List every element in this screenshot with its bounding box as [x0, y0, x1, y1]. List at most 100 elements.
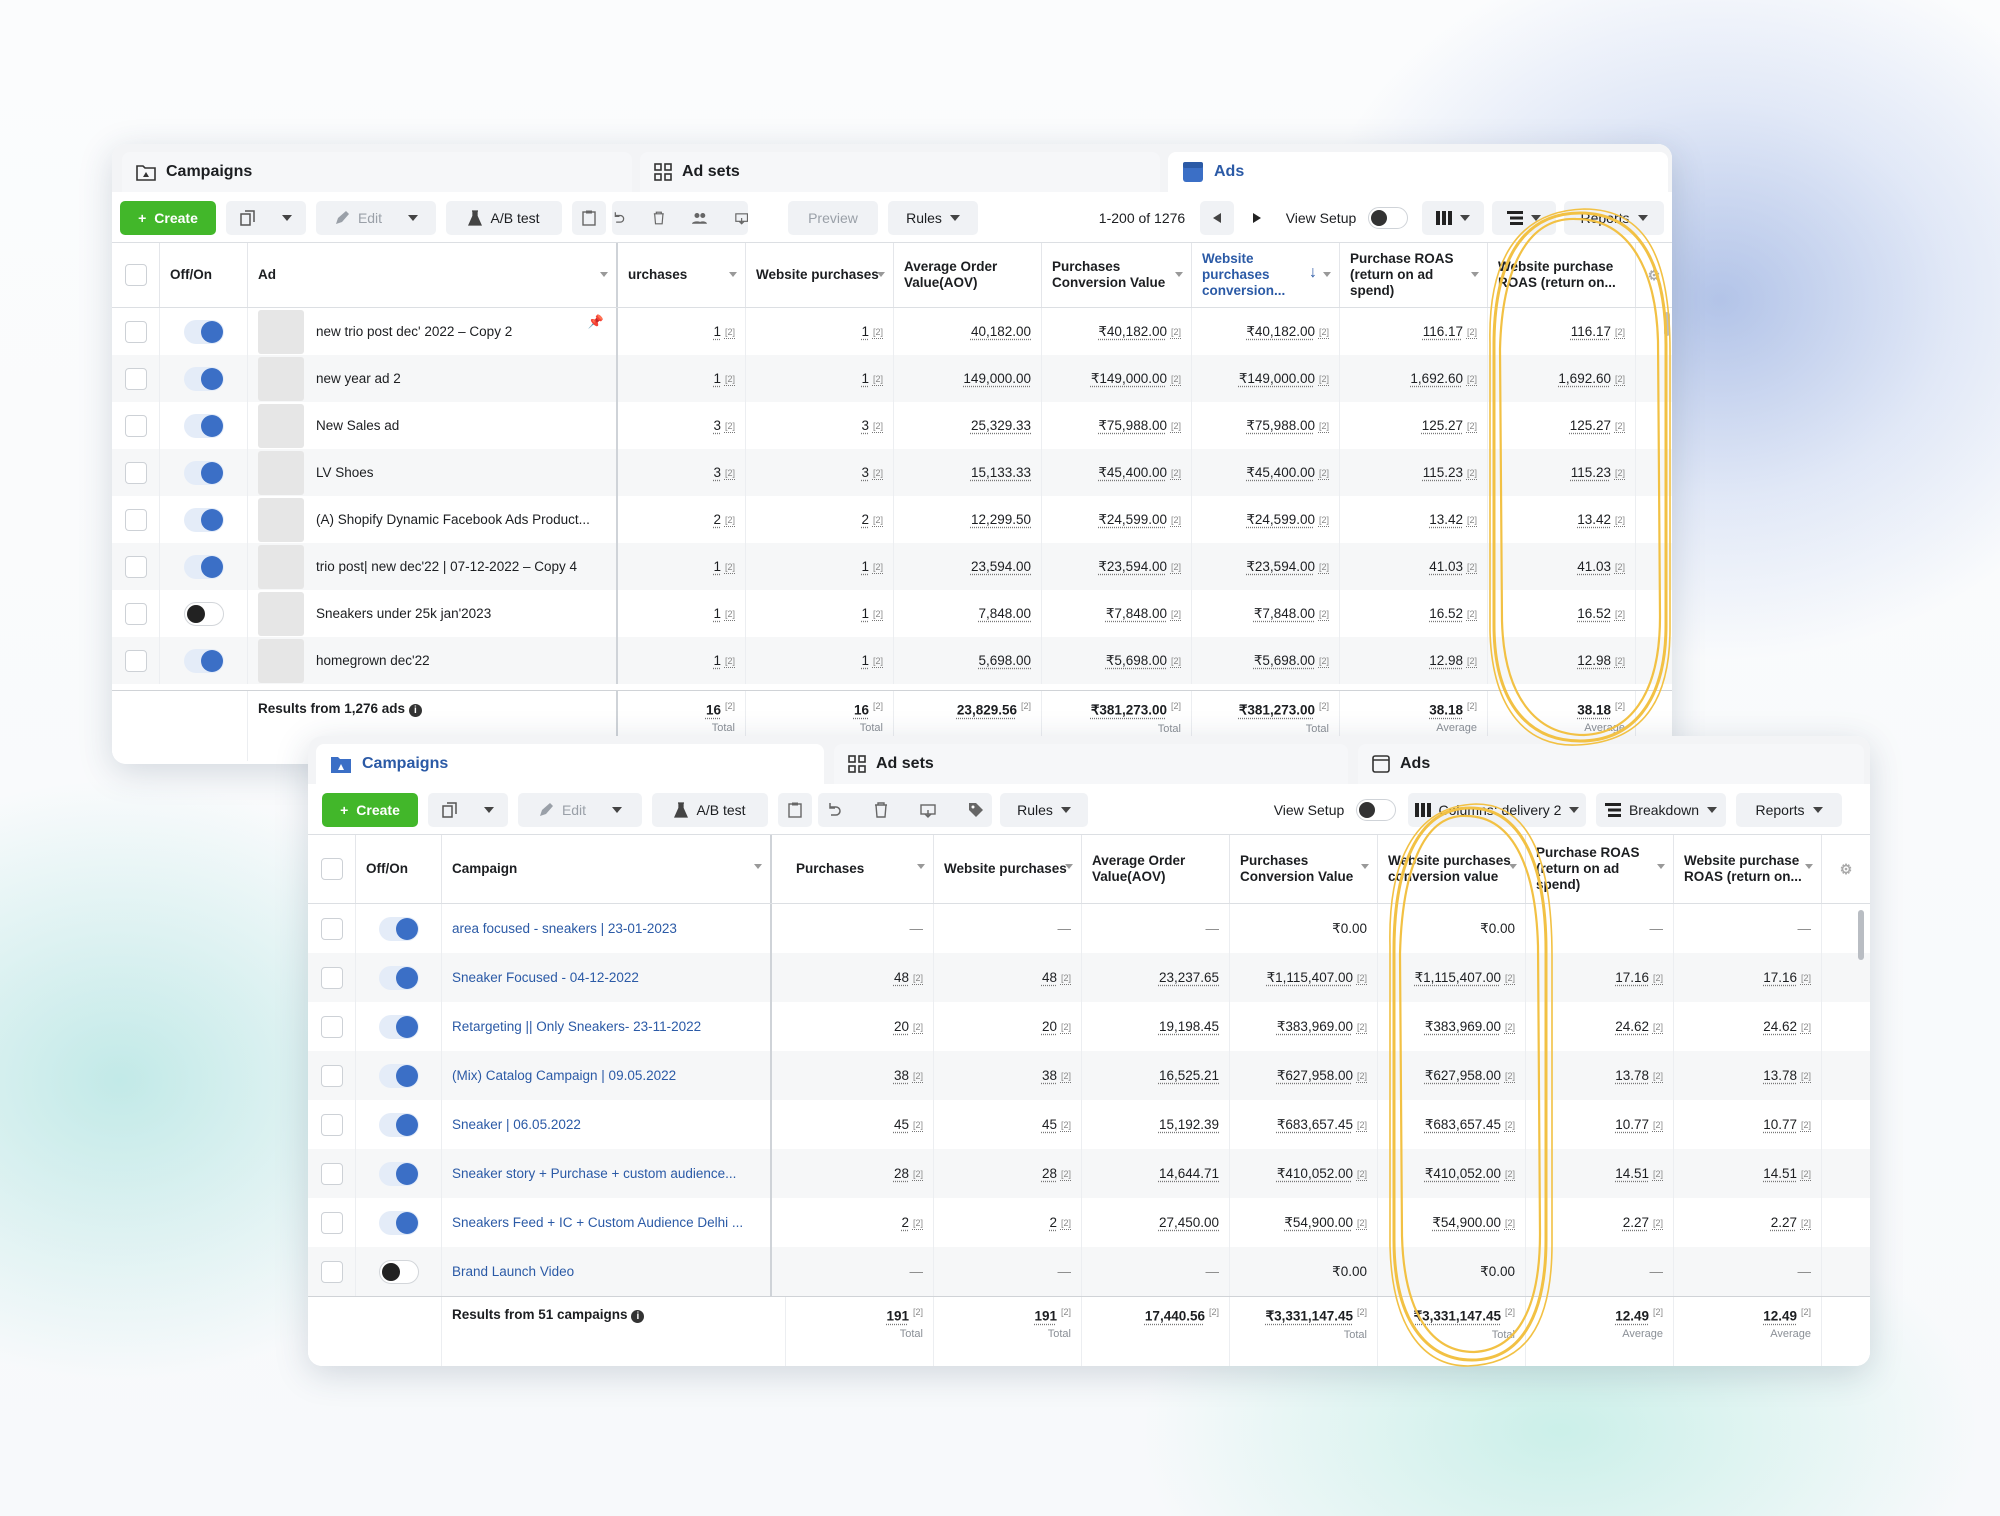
row-checkbox[interactable] — [112, 637, 160, 684]
table-row[interactable]: (A) Shopify Dynamic Facebook Ads Product… — [112, 496, 1672, 543]
ab-test-button[interactable]: A/B test — [446, 201, 562, 235]
row-name[interactable]: new year ad 2 — [248, 355, 618, 402]
row-checkbox[interactable] — [112, 543, 160, 590]
undo-icon[interactable] — [612, 210, 625, 226]
row-name[interactable]: (Mix) Catalog Campaign | 09.05.2022 — [442, 1051, 772, 1100]
column-header[interactable]: Purchase ROAS (return on ad spend) — [1526, 835, 1674, 903]
clipboard-button[interactable] — [572, 201, 606, 235]
column-header[interactable]: Website purchase ROAS (return on... — [1674, 835, 1822, 903]
row-checkbox[interactable] — [308, 1198, 356, 1247]
row-checkbox[interactable] — [308, 904, 356, 953]
row-toggle[interactable] — [356, 1198, 442, 1247]
column-header-sorted[interactable]: Website purchases conversion... ↓ — [1192, 243, 1340, 307]
row-name[interactable]: area focused - sneakers | 23-01-2023 — [442, 904, 772, 953]
row-toggle[interactable] — [160, 449, 248, 496]
columns-button[interactable]: Columns: delivery 2 — [1408, 793, 1586, 827]
row-toggle[interactable] — [160, 496, 248, 543]
table-row[interactable]: homegrown dec'22 1 [2] 1 [2] 5,698.00 ₹5,698.0… — [112, 637, 1672, 684]
row-name[interactable]: Sneakers Feed + IC + Custom Audience Del… — [442, 1198, 772, 1247]
tag-icon[interactable] — [968, 802, 984, 818]
row-name[interactable]: Sneaker Focused - 04-12-2022 — [442, 953, 772, 1002]
row-checkbox[interactable] — [112, 402, 160, 449]
column-header[interactable]: Purchases Conversion Value — [1230, 835, 1378, 903]
edit-button[interactable]: Edit — [518, 793, 642, 827]
info-icon[interactable]: i — [631, 1310, 645, 1323]
tab-ads[interactable]: Ads — [1168, 152, 1668, 192]
column-settings[interactable]: ⚙ — [1822, 835, 1870, 903]
undo-icon[interactable] — [826, 802, 842, 818]
column-header[interactable]: Off/On — [160, 243, 248, 307]
row-name[interactable]: homegrown dec'22 — [248, 637, 618, 684]
row-toggle[interactable] — [356, 904, 442, 953]
row-name[interactable]: Sneakers under 25k jan'2023 — [248, 590, 618, 637]
row-toggle[interactable] — [160, 637, 248, 684]
breakdown-button[interactable] — [1492, 201, 1556, 235]
row-toggle[interactable] — [356, 1002, 442, 1051]
prev-page-button[interactable] — [1200, 201, 1234, 235]
row-name[interactable]: Sneaker story + Purchase + custom audien… — [442, 1149, 772, 1198]
row-checkbox[interactable] — [308, 953, 356, 1002]
column-header-ad[interactable]: Ad — [248, 243, 618, 307]
column-header[interactable]: urchases — [618, 243, 746, 307]
table-row[interactable]: LV Shoes 3 [2] 3 [2] 15,133.33 ₹45,400.00 [2] ₹4… — [112, 449, 1672, 496]
select-all-checkbox[interactable] — [308, 835, 356, 903]
breakdown-button[interactable]: Breakdown — [1596, 793, 1726, 827]
row-name[interactable]: Sneaker | 06.05.2022 — [442, 1100, 772, 1149]
row-checkbox[interactable] — [308, 1051, 356, 1100]
row-toggle[interactable] — [160, 590, 248, 637]
edit-button[interactable]: Edit — [316, 201, 436, 235]
duplicate-button[interactable] — [428, 793, 508, 827]
trash-icon[interactable] — [874, 802, 888, 818]
rules-button[interactable]: Rules — [888, 201, 978, 235]
table-row[interactable]: new trio post dec' 2022 – Copy 2 📌 1 [2] 1 [2… — [112, 308, 1672, 355]
row-toggle[interactable] — [160, 308, 248, 355]
column-header[interactable]: Website purchases conversion value — [1378, 835, 1526, 903]
create-button[interactable]: + Create — [322, 793, 418, 827]
table-row[interactable]: Brand Launch Video — — — ₹0.00 ₹0.00— — — [308, 1247, 1870, 1296]
row-checkbox[interactable] — [308, 1002, 356, 1051]
row-checkbox[interactable] — [308, 1149, 356, 1198]
people-icon[interactable] — [692, 210, 708, 226]
row-name[interactable]: trio post| new dec'22 | 07-12-2022 – Cop… — [248, 543, 618, 590]
create-button[interactable]: + Create — [120, 201, 216, 235]
select-all-checkbox[interactable] — [112, 243, 160, 307]
tab-adsets[interactable]: Ad sets — [640, 152, 1160, 192]
row-name[interactable]: Retargeting || Only Sneakers- 23-11-2022 — [442, 1002, 772, 1051]
row-toggle[interactable] — [356, 1149, 442, 1198]
row-toggle[interactable] — [356, 1247, 442, 1296]
table-row[interactable]: Sneaker | 06.05.2022 45 [2] 45 [2] 15,192.39 ₹… — [308, 1100, 1870, 1149]
column-header-campaign[interactable]: Campaign — [442, 835, 772, 903]
table-row[interactable]: (Mix) Catalog Campaign | 09.05.2022 38 [2]… — [308, 1051, 1870, 1100]
row-checkbox[interactable] — [112, 308, 160, 355]
table-row[interactable]: New Sales ad 3 [2] 3 [2] 25,329.33 ₹75,988.00[… — [112, 402, 1672, 449]
duplicate-button[interactable] — [226, 201, 306, 235]
row-toggle[interactable] — [356, 953, 442, 1002]
view-setup-toggle[interactable]: View Setup — [1270, 793, 1400, 827]
row-checkbox[interactable] — [308, 1100, 356, 1149]
column-header[interactable]: Purchases Conversion Value — [1042, 243, 1192, 307]
table-row[interactable]: new year ad 2 1 [2] 1 [2] 149,000.00 ₹149,000.… — [112, 355, 1672, 402]
view-setup-switch[interactable] — [1368, 207, 1409, 229]
table-row[interactable]: Retargeting || Only Sneakers- 23-11-2022… — [308, 1002, 1870, 1051]
row-toggle[interactable] — [356, 1100, 442, 1149]
pin-icon[interactable]: 📌 — [588, 314, 604, 330]
rules-button[interactable]: Rules — [1000, 793, 1088, 827]
view-setup-toggle[interactable]: View Setup — [1282, 201, 1412, 235]
tab-adsets[interactable]: Ad sets — [834, 744, 1348, 784]
reports-button[interactable]: Reports — [1564, 201, 1664, 235]
row-name[interactable]: Brand Launch Video — [442, 1247, 772, 1296]
column-header[interactable]: Website purchase ROAS (return on... — [1488, 243, 1636, 307]
row-toggle[interactable] — [160, 402, 248, 449]
table-row[interactable]: trio post| new dec'22 | 07-12-2022 – Cop… — [112, 543, 1672, 590]
trash-icon[interactable] — [653, 210, 665, 226]
column-settings[interactable]: ⚙ — [1636, 243, 1672, 307]
row-toggle[interactable] — [160, 355, 248, 402]
table-row[interactable]: Sneakers Feed + IC + Custom Audience Del… — [308, 1198, 1870, 1247]
column-header[interactable]: Website purchases — [746, 243, 894, 307]
row-toggle[interactable] — [160, 543, 248, 590]
row-name[interactable]: LV Shoes — [248, 449, 618, 496]
row-checkbox[interactable] — [112, 590, 160, 637]
row-name[interactable]: new trio post dec' 2022 – Copy 2 📌 — [248, 308, 618, 355]
row-toggle[interactable] — [356, 1051, 442, 1100]
info-icon[interactable]: i — [408, 704, 422, 717]
